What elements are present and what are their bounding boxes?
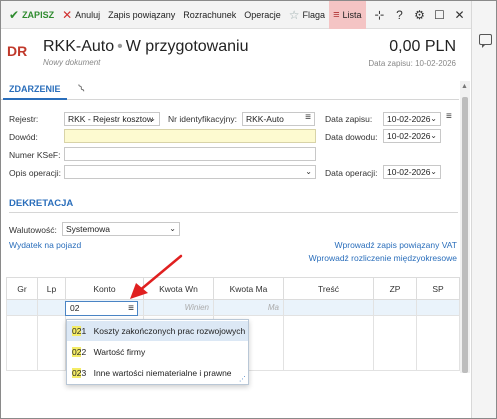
chevron-down-icon: ⌄ — [305, 167, 312, 176]
vat-linked-link[interactable]: Wprowadź zapis powiązany VAT — [334, 240, 457, 250]
account-suggestions: 021 Koszty zakończonych prac rozwojowych… — [66, 319, 249, 385]
close-icon: ✕ — [62, 7, 73, 22]
list-icon: ≡ — [333, 8, 340, 21]
id-label: Nr identyfikacyjny: — [168, 114, 237, 124]
star-icon: ☆ — [288, 7, 300, 22]
section-divider — [9, 212, 458, 213]
scrollbar-thumb[interactable] — [462, 97, 468, 373]
close-window-icon[interactable]: ✕ — [450, 8, 470, 22]
toolbar: ✔ ZAPISZ ✕ Anuluj Zapis powiązany Rozrac… — [1, 1, 471, 29]
op-date-field[interactable]: 10-02-2026 ⌄ — [383, 165, 441, 179]
annotation-arrow-icon — [130, 254, 183, 299]
side-rail — [471, 1, 496, 418]
section-title: DEKRETACJA — [9, 198, 74, 209]
accrual-link[interactable]: Wprowadź rozliczenie międzyokresowe — [309, 253, 457, 263]
chevron-down-icon: ⌄ — [169, 224, 176, 233]
list-picker-icon[interactable]: ≡ — [305, 113, 311, 124]
list-button[interactable]: ≡ Lista — [329, 1, 366, 29]
tab-event[interactable]: ZDARZENIE — [3, 80, 67, 100]
cell-tresc[interactable] — [283, 299, 374, 316]
comment-icon[interactable] — [479, 34, 492, 48]
vehicle-expense-link[interactable]: Wydatek na pojazd — [9, 240, 81, 250]
proof-label: Dowód: — [9, 132, 38, 142]
proof-field[interactable] — [64, 129, 316, 143]
document-type-badge: DR — [7, 43, 28, 59]
op-desc-label: Opis operacji: — [9, 168, 61, 178]
op-desc-field[interactable]: ⌄ — [64, 165, 316, 179]
proof-date-field[interactable]: 10-02-2026 ⌄ — [383, 129, 441, 143]
linked-entry-button[interactable]: Zapis powiązany — [104, 1, 179, 29]
attachment-icon[interactable]: ⌇ — [76, 82, 87, 95]
save-date-label: Data zapisu: — [325, 114, 373, 124]
col-header-gr[interactable]: Gr — [6, 277, 38, 300]
vertical-scrollbar[interactable]: ▲ — [460, 81, 470, 373]
id-field[interactable]: RKK-Auto ≡ — [242, 112, 315, 126]
suggestion-item[interactable]: 021 Koszty zakończonych prac rozwojowych — [67, 321, 248, 341]
settlement-button[interactable]: Rozrachunek — [179, 1, 240, 29]
op-date-label: Data operacji: — [325, 168, 378, 178]
col-header-sp[interactable]: SP — [416, 277, 460, 300]
table-header-row: Gr Lp Konto Kwota Wn Kwota Ma Treść ZP S… — [6, 277, 460, 300]
suggestion-item[interactable]: 023 Inne wartości niematerialne i prawne — [67, 363, 248, 383]
cell-ma[interactable]: Ma — [213, 299, 284, 316]
header-save-date: Data zapisu: 10-02-2026 — [368, 59, 456, 68]
add-link-icon[interactable]: ⊹ — [370, 8, 390, 22]
ksef-label: Numer KSeF: — [9, 150, 61, 160]
operations-button[interactable]: Operacje — [240, 1, 285, 29]
app-window: ✔ ZAPISZ ✕ Anuluj Zapis powiązany Rozrac… — [0, 0, 497, 419]
page-title: RKK-Auto • W przygotowaniu — [43, 38, 249, 55]
col-header-ma[interactable]: Kwota Ma — [213, 277, 284, 300]
tab-bar: ZDARZENIE ⌇ — [1, 80, 459, 100]
cancel-button[interactable]: ✕ Anuluj — [58, 1, 104, 29]
cell-gr[interactable] — [6, 299, 38, 316]
col-header-tresc[interactable]: Treść — [283, 277, 374, 300]
chevron-down-icon: ⌄ — [430, 167, 437, 176]
register-select[interactable]: RKK - Rejestr kosztow ⌄ — [64, 112, 160, 126]
col-header-zp[interactable]: ZP — [373, 277, 417, 300]
col-header-lp[interactable]: Lp — [37, 277, 66, 300]
cell-zp[interactable] — [373, 299, 417, 316]
ksef-field[interactable] — [64, 147, 316, 161]
gear-icon[interactable]: ⚙ — [410, 8, 430, 22]
list-picker-icon[interactable]: ≡ — [446, 111, 452, 122]
maximize-icon[interactable]: ☐ — [430, 8, 450, 22]
chevron-down-icon: ⌄ — [430, 131, 437, 140]
save-button[interactable]: ✔ ZAPISZ — [5, 1, 58, 29]
checkmark-icon: ✔ — [9, 7, 20, 22]
currency-label: Walutowość: — [9, 225, 57, 235]
chevron-down-icon: ⌄ — [149, 114, 156, 123]
currency-select[interactable]: Systemowa ⌄ — [62, 222, 180, 236]
chevron-down-icon: ⌄ — [430, 114, 437, 123]
document-amount: 0,00 PLN — [389, 38, 456, 55]
flag-button[interactable]: ☆ Flaga — [285, 1, 329, 29]
proof-date-label: Data dowodu: — [325, 132, 378, 142]
document-subtitle: Nowy dokument — [43, 58, 101, 67]
scroll-up-icon[interactable]: ▲ — [461, 83, 468, 90]
suggestion-item[interactable]: 022 Wartość firmy — [67, 342, 248, 362]
cell-lp[interactable] — [37, 299, 66, 316]
document-status: W przygotowaniu — [125, 38, 249, 55]
help-icon[interactable]: ? — [390, 8, 410, 22]
save-date-field[interactable]: 10-02-2026 ⌄ — [383, 112, 441, 126]
cell-sp[interactable] — [416, 299, 460, 316]
register-label: Rejestr: — [9, 114, 39, 124]
resize-grip-icon[interactable]: ⋰ — [239, 375, 246, 383]
